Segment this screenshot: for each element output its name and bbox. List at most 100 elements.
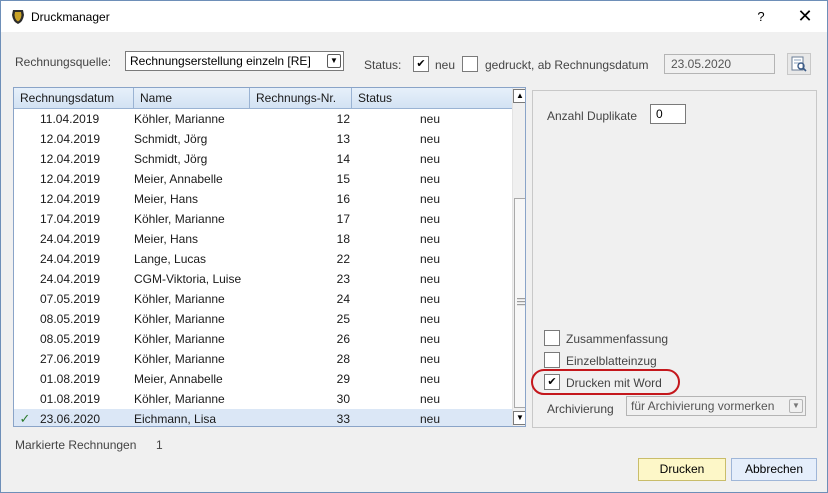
close-button[interactable]: ✕ xyxy=(783,1,827,32)
scrollbar-thumb[interactable]: ― ― ― xyxy=(514,198,526,408)
column-header-number[interactable]: Rechnungs-Nr. xyxy=(250,88,352,108)
cancel-button[interactable]: Abbrechen xyxy=(731,458,817,481)
cell-invoice-date: 24.04.2019 xyxy=(40,252,101,266)
source-label: Rechnungsquelle: xyxy=(15,55,112,69)
duplicates-field[interactable]: 0 xyxy=(650,104,686,124)
cell-invoice-number: 26 xyxy=(336,332,350,346)
cell-name: Meier, Hans xyxy=(134,232,199,246)
search-filter-button[interactable] xyxy=(787,53,811,75)
cell-invoice-date: 12.04.2019 xyxy=(40,172,101,186)
cell-invoice-number: 15 xyxy=(336,172,350,186)
cell-name: Schmidt, Jörg xyxy=(134,152,208,166)
archiving-select[interactable]: für Archivierung vormerken ▼ xyxy=(626,396,806,416)
cell-name: Meier, Annabelle xyxy=(134,172,223,186)
row-selected-mark: ✓ xyxy=(19,411,31,426)
cell-name: Köhler, Marianne xyxy=(134,352,225,366)
table-row[interactable]: 17.04.2019 Köhler, Marianne 17 neu xyxy=(14,209,512,229)
print-button[interactable]: Drucken xyxy=(638,458,726,481)
cell-invoice-number: 25 xyxy=(336,312,350,326)
source-select[interactable]: Rechnungserstellung einzeln [RE] ▼ xyxy=(125,51,344,71)
column-header-date[interactable]: Rechnungsdatum xyxy=(14,88,134,108)
scroll-up-icon[interactable]: ▲ xyxy=(513,89,525,103)
row-selected-mark xyxy=(16,329,34,349)
cell-status: neu xyxy=(420,112,441,126)
app-logo-icon xyxy=(12,10,24,24)
table-row[interactable]: 12.04.2019 Schmidt, Jörg 13 neu xyxy=(14,129,512,149)
single-sheet-label: Einzelblatteinzug xyxy=(566,354,657,368)
cell-status: neu xyxy=(420,352,441,366)
cell-status: neu xyxy=(420,212,441,226)
cell-invoice-number: 30 xyxy=(336,392,350,406)
cell-invoice-number: 14 xyxy=(336,152,350,166)
cell-invoice-date: 17.04.2019 xyxy=(40,212,101,226)
table-row[interactable]: 01.08.2019 Köhler, Marianne 30 neu xyxy=(14,389,512,409)
single-sheet-checkbox[interactable] xyxy=(544,352,560,368)
marked-invoices-label: Markierte Rechnungen xyxy=(15,438,137,452)
cell-status: neu xyxy=(420,132,441,146)
cell-invoice-number: 33 xyxy=(336,412,350,426)
window-title: Druckmanager xyxy=(31,10,110,24)
status-neu-label: neu xyxy=(435,58,456,72)
summary-checkbox[interactable] xyxy=(544,330,560,346)
table-row[interactable]: 08.05.2019 Köhler, Marianne 25 neu xyxy=(14,309,512,329)
archiving-select-value: für Archivierung vormerken xyxy=(631,399,775,413)
table-body: 11.04.2019 Köhler, Marianne 12 neu 12.04.201… xyxy=(14,109,512,426)
column-header-status[interactable]: Status xyxy=(352,88,512,108)
cell-invoice-date: 27.06.2019 xyxy=(40,352,101,366)
grip-icon: ― ― ― xyxy=(517,293,526,309)
cell-status: neu xyxy=(420,292,441,306)
help-button[interactable]: ? xyxy=(739,1,783,32)
column-header-name[interactable]: Name xyxy=(134,88,250,108)
cell-invoice-number: 17 xyxy=(336,212,350,226)
cell-invoice-date: 24.04.2019 xyxy=(40,232,101,246)
table-row[interactable]: 24.04.2019 Meier, Hans 18 neu xyxy=(14,229,512,249)
cell-invoice-number: 24 xyxy=(336,292,350,306)
cell-name: Köhler, Marianne xyxy=(134,312,225,326)
cell-name: Schmidt, Jörg xyxy=(134,132,208,146)
table-header: Rechnungsdatum Name Rechnungs-Nr. Status xyxy=(14,88,512,109)
archiving-label: Archivierung xyxy=(547,402,614,416)
cell-status: neu xyxy=(420,252,441,266)
row-selected-mark xyxy=(16,309,34,329)
chevron-down-icon: ▼ xyxy=(789,399,803,413)
row-selected-mark xyxy=(16,189,34,209)
table-row[interactable]: 27.06.2019 Köhler, Marianne 28 neu xyxy=(14,349,512,369)
cell-invoice-number: 16 xyxy=(336,192,350,206)
table-row[interactable]: 12.04.2019 Meier, Annabelle 15 neu xyxy=(14,169,512,189)
cell-invoice-date: 23.06.2020 xyxy=(40,412,101,426)
table-scrollbar[interactable]: ▲ ― ― ― ▼ xyxy=(512,88,526,426)
table-row[interactable]: ✓ 23.06.2020 Eichmann, Lisa 33 neu xyxy=(14,409,512,426)
cell-name: Köhler, Marianne xyxy=(134,212,225,226)
row-selected-mark xyxy=(16,109,34,129)
cell-status: neu xyxy=(420,412,441,426)
row-selected-mark xyxy=(16,129,34,149)
cell-name: Eichmann, Lisa xyxy=(134,412,217,426)
invoice-date-field[interactable]: 23.05.2020 xyxy=(664,54,775,74)
table-row[interactable]: 12.04.2019 Schmidt, Jörg 14 neu xyxy=(14,149,512,169)
scroll-down-icon[interactable]: ▼ xyxy=(513,411,525,425)
cell-invoice-date: 12.04.2019 xyxy=(40,152,101,166)
status-gedruckt-label: gedruckt, ab Rechnungsdatum xyxy=(485,58,649,72)
table-row[interactable]: 11.04.2019 Köhler, Marianne 12 neu xyxy=(14,109,512,129)
cell-status: neu xyxy=(420,272,441,286)
table-row[interactable]: 08.05.2019 Köhler, Marianne 26 neu xyxy=(14,329,512,349)
status-neu-checkbox[interactable]: ✔ xyxy=(413,56,429,72)
invoice-table[interactable]: Rechnungsdatum Name Rechnungs-Nr. Status… xyxy=(13,87,526,427)
status-label: Status: xyxy=(364,58,402,72)
cell-name: Köhler, Marianne xyxy=(134,332,225,346)
cell-invoice-number: 18 xyxy=(336,232,350,246)
table-row[interactable]: 12.04.2019 Meier, Hans 16 neu xyxy=(14,189,512,209)
table-row[interactable]: 24.04.2019 Lange, Lucas 22 neu xyxy=(14,249,512,269)
cell-invoice-date: 01.08.2019 xyxy=(40,392,101,406)
cell-invoice-date: 01.08.2019 xyxy=(40,372,101,386)
cell-name: Köhler, Marianne xyxy=(134,292,225,306)
row-selected-mark xyxy=(16,289,34,309)
cell-invoice-number: 22 xyxy=(336,252,350,266)
cell-invoice-date: 08.05.2019 xyxy=(40,332,101,346)
table-row[interactable]: 01.08.2019 Meier, Annabelle 29 neu xyxy=(14,369,512,389)
table-row[interactable]: 07.05.2019 Köhler, Marianne 24 neu xyxy=(14,289,512,309)
status-gedruckt-checkbox[interactable] xyxy=(462,56,478,72)
cell-invoice-date: 11.04.2019 xyxy=(40,112,100,126)
cell-invoice-number: 12 xyxy=(336,112,350,126)
table-row[interactable]: 24.04.2019 CGM-Viktoria, Luise 23 neu xyxy=(14,269,512,289)
